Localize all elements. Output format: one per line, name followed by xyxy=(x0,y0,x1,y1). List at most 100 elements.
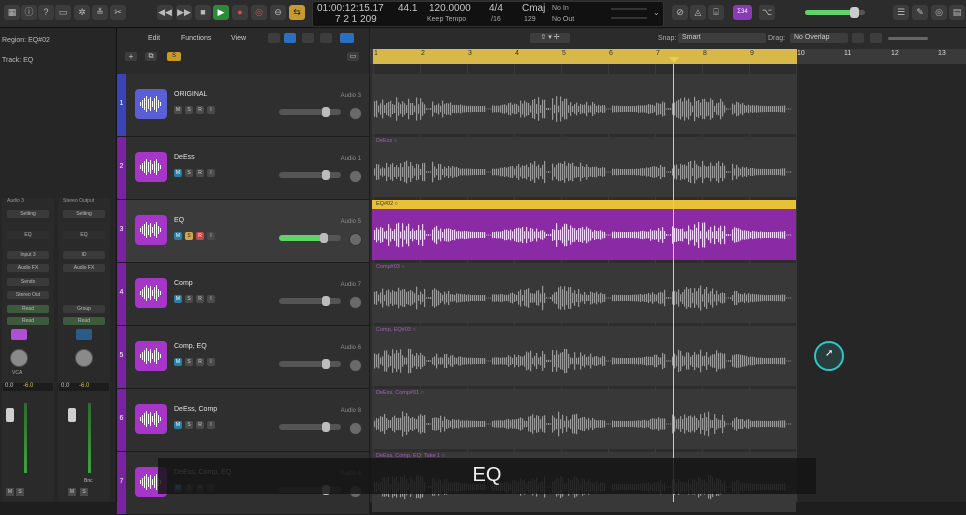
add-track-button[interactable]: + xyxy=(125,52,137,61)
track-name[interactable]: Comp xyxy=(174,280,193,287)
track-volume-slider[interactable] xyxy=(279,422,341,432)
track-row[interactable]: 5 Comp, EQ M S R I Audio 6 xyxy=(117,326,369,389)
record-enable-button[interactable]: R xyxy=(196,421,204,429)
track-volume-slider[interactable] xyxy=(279,359,341,369)
track-options-button[interactable]: ▭ xyxy=(347,52,359,61)
strip-output[interactable]: Stereo Out xyxy=(7,291,49,299)
cycle-button[interactable]: ⇆ xyxy=(289,5,305,20)
region-label[interactable]: Region: EQ#02 xyxy=(2,37,50,44)
input-monitor-button[interactable]: I xyxy=(207,232,215,240)
track-volume-handle[interactable] xyxy=(322,170,330,180)
solo-button[interactable]: S xyxy=(185,106,193,114)
chevron-down-icon[interactable]: ⌄ xyxy=(653,8,660,17)
loops-button[interactable]: ◎ xyxy=(931,5,947,20)
library-button[interactable]: ▦ xyxy=(4,5,20,20)
count-in-button[interactable]: ⌸ xyxy=(708,5,724,20)
strip-mute-button[interactable]: M xyxy=(68,488,76,496)
audio-region[interactable]: DeEss, Comp#01 ○ xyxy=(372,389,796,449)
track-volume-handle[interactable] xyxy=(322,422,330,432)
playhead-line[interactable] xyxy=(673,64,674,502)
stop-button[interactable]: ■ xyxy=(195,5,211,20)
track-name[interactable]: DeEss, Comp xyxy=(174,406,217,413)
zoom-button[interactable] xyxy=(320,33,332,43)
audio-region[interactable]: DeEss ○ xyxy=(372,137,796,197)
browser-button[interactable]: ▤ xyxy=(949,5,965,20)
view-menu[interactable]: View xyxy=(231,35,246,42)
pan-knob[interactable] xyxy=(349,422,362,435)
pointer-tool-menu[interactable]: ⇧ ▾ ✢ xyxy=(530,33,570,43)
strip-automation-read[interactable]: Read xyxy=(63,317,105,325)
mute-button[interactable]: M xyxy=(174,169,182,177)
mute-button[interactable]: M xyxy=(174,358,182,366)
strip-setting[interactable]: Setting xyxy=(7,210,49,218)
tool-menu-button[interactable]: ⌥ xyxy=(759,5,775,20)
track-row[interactable]: 2 DeEss M S R I Audio 1 xyxy=(117,137,369,200)
flex-button[interactable] xyxy=(302,33,314,43)
strip-group[interactable]: Group xyxy=(63,305,105,313)
audio-region[interactable]: EQ#02 ○ xyxy=(372,200,796,260)
vertical-zoom-button[interactable] xyxy=(870,33,882,43)
pan-knob[interactable] xyxy=(349,359,362,372)
bounce-button[interactable]: Bnc xyxy=(84,478,93,484)
solo-button[interactable]: S xyxy=(185,169,193,177)
track-name[interactable]: ORIGINAL xyxy=(174,91,207,98)
strip-solo-button[interactable]: S xyxy=(80,488,88,496)
global-solo-button[interactable]: S xyxy=(167,52,181,61)
record-enable-button[interactable]: R xyxy=(196,232,204,240)
toolbar-button[interactable]: ▭ xyxy=(55,5,71,20)
strip-audio-fx[interactable]: Audio FX xyxy=(63,264,105,272)
mute-button[interactable]: M xyxy=(174,295,182,303)
pan-knob[interactable] xyxy=(349,296,362,309)
mixer-button[interactable]: ≚ xyxy=(92,5,108,20)
duplicate-track-button[interactable]: ⧉ xyxy=(145,52,157,61)
track-row[interactable]: 4 Comp M S R I Audio 7 xyxy=(117,263,369,326)
track-label[interactable]: Track: EQ xyxy=(2,57,33,64)
play-button[interactable]: ▶ xyxy=(213,5,229,20)
quick-help-button[interactable]: ? xyxy=(38,5,54,20)
solo-button[interactable]: S xyxy=(185,421,193,429)
track-name[interactable]: Comp, EQ xyxy=(174,343,207,350)
edit-menu[interactable]: Edit xyxy=(148,35,160,42)
pan-knob[interactable] xyxy=(349,107,362,120)
record-enable-button[interactable]: R xyxy=(196,106,204,114)
list-editors-button[interactable]: ☰ xyxy=(893,5,909,20)
mute-button[interactable]: M xyxy=(174,106,182,114)
record-enable-button[interactable]: R xyxy=(196,169,204,177)
editor-button[interactable]: ✂ xyxy=(110,5,126,20)
strip-solo-button[interactable]: S xyxy=(16,488,24,496)
badge-button[interactable]: Ʃ34 xyxy=(733,5,752,20)
cycle-region[interactable] xyxy=(373,49,797,64)
master-volume-slider[interactable] xyxy=(805,7,865,18)
strip-automation-read-2[interactable]: Read xyxy=(7,317,49,325)
strip-sends[interactable]: Sends xyxy=(7,278,49,286)
record-button[interactable]: ● xyxy=(232,5,248,20)
inspector-button[interactable]: ⓘ xyxy=(21,5,37,20)
metronome-button[interactable]: ◬ xyxy=(690,5,706,20)
pan-knob[interactable] xyxy=(349,170,362,183)
track-volume-slider[interactable] xyxy=(279,170,341,180)
track-volume-handle[interactable] xyxy=(322,107,330,117)
punch-button[interactable]: ⊖ xyxy=(270,5,286,20)
catch-playhead-button[interactable] xyxy=(340,33,354,43)
input-monitor-button[interactable]: I xyxy=(207,295,215,303)
volume-fader[interactable] xyxy=(6,408,14,422)
track-name[interactable]: EQ xyxy=(174,217,184,224)
pan-knob[interactable] xyxy=(10,349,28,367)
track-volume-slider[interactable] xyxy=(279,107,341,117)
track-volume-slider[interactable] xyxy=(279,233,341,243)
input-monitor-button[interactable]: I xyxy=(207,106,215,114)
snap-select[interactable]: Smart xyxy=(678,33,766,43)
smart-controls-button[interactable]: ✲ xyxy=(74,5,90,20)
strip-setting[interactable]: Setting xyxy=(63,210,105,218)
input-monitor-button[interactable]: I xyxy=(207,169,215,177)
mute-button[interactable]: M xyxy=(174,421,182,429)
forward-button[interactable]: ▶▶ xyxy=(176,5,192,20)
track-volume-handle[interactable] xyxy=(322,296,330,306)
track-row[interactable]: 3 EQ M S R I Audio 5 xyxy=(117,200,369,263)
bar-ruler[interactable]: 1 2 3 4 5 6 7 8 9 10 11 12 13 xyxy=(370,49,966,64)
strip-eq[interactable]: EQ xyxy=(63,231,105,239)
playhead-handle[interactable] xyxy=(669,57,679,63)
audio-region[interactable]: Comp#03 ○ xyxy=(372,263,796,323)
strip-audio-fx[interactable]: Audio FX xyxy=(7,264,49,272)
track-row[interactable]: 1 ORIGINAL M S R I Audio 3 xyxy=(117,74,369,137)
